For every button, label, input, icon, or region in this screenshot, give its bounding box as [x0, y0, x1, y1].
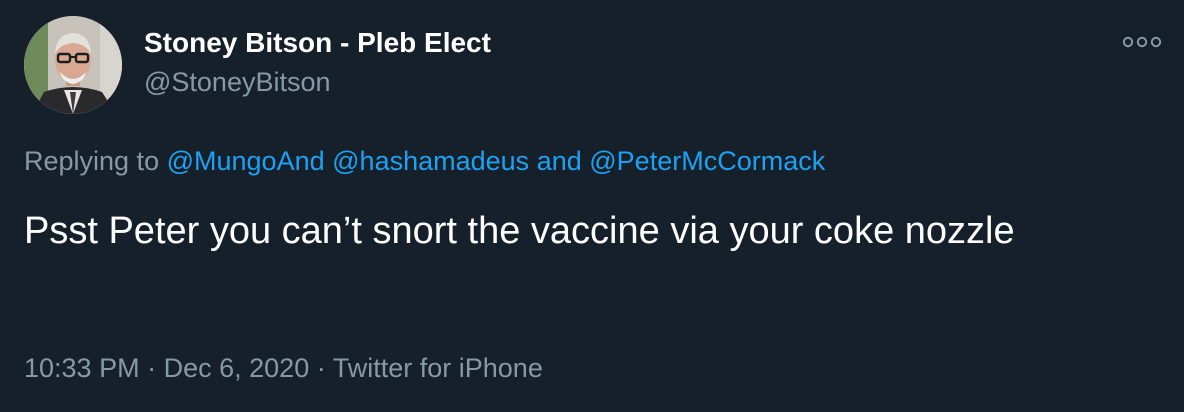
author-display-name[interactable]: Stoney Bitson - Pleb Elect: [144, 26, 491, 60]
avatar-photo-icon: [24, 16, 122, 114]
meta-separator: ·: [147, 353, 157, 383]
author-avatar[interactable]: [24, 16, 122, 114]
tweet-text: Psst Peter you can’t snort the vaccine v…: [24, 210, 1015, 252]
mention-conjunction: and: [536, 146, 582, 176]
tweet-date[interactable]: Dec 6, 2020: [164, 353, 310, 383]
author-handle[interactable]: @StoneyBitson: [144, 65, 331, 99]
mention-link[interactable]: @MungoAnd: [167, 146, 325, 176]
tweet-time[interactable]: 10:33 PM: [24, 353, 140, 383]
replying-to-line: Replying to @MungoAnd @hashamadeus and @…: [24, 144, 825, 178]
mention-link[interactable]: @PeterMcCormack: [589, 146, 825, 176]
more-options-icon[interactable]: [1122, 32, 1162, 52]
mention-link[interactable]: @hashamadeus: [332, 146, 529, 176]
tweet-metadata: 10:33 PM · Dec 6, 2020 · Twitter for iPh…: [24, 351, 543, 385]
tweet-card: Stoney Bitson - Pleb Elect @StoneyBitson…: [0, 0, 1184, 412]
tweet-source[interactable]: Twitter for iPhone: [333, 353, 543, 383]
meta-separator: ·: [316, 353, 326, 383]
replying-to-label: Replying to: [24, 146, 160, 176]
